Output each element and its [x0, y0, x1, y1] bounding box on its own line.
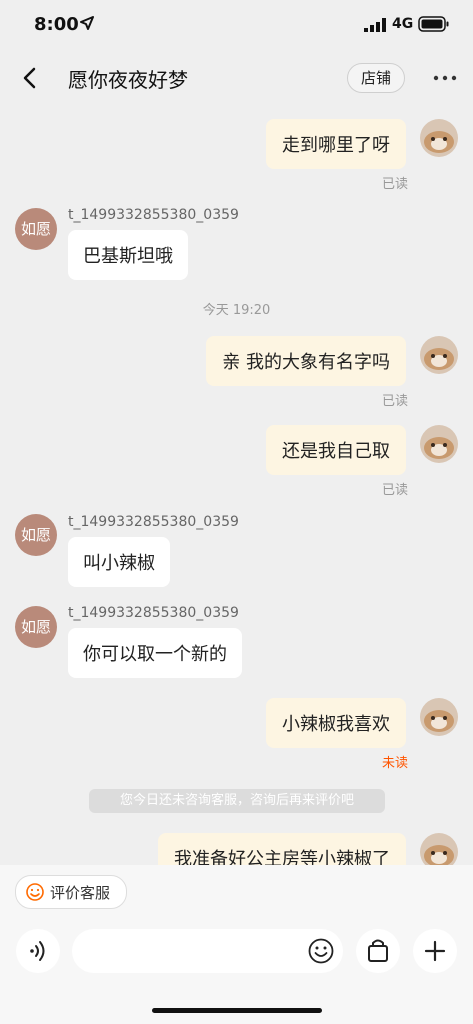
message-incoming: 巴基斯坦哦	[68, 230, 188, 280]
nav-bar: 愿你夜夜好梦 店铺	[0, 48, 473, 108]
read-status: 已读	[381, 177, 408, 192]
user-avatar[interactable]	[420, 698, 458, 736]
shop-avatar[interactable]: 如愿	[15, 514, 57, 556]
user-avatar[interactable]	[420, 425, 458, 463]
message-incoming: 你可以取一个新的	[68, 628, 242, 678]
message-outgoing: 亲 我的大象有名字吗	[206, 336, 406, 386]
shop-button[interactable]: 店铺	[347, 63, 405, 93]
message-bubble[interactable]: 你可以取一个新的	[68, 628, 242, 678]
user-avatar[interactable]	[420, 833, 458, 865]
status-bar: 8:00 4G	[0, 0, 473, 48]
voice-icon	[30, 941, 45, 961]
message-bubble[interactable]: 我准备好公主房等小辣椒了	[158, 833, 406, 865]
cat-avatar-icon	[420, 425, 458, 463]
message-bubble[interactable]: 还是我自己取	[266, 425, 406, 475]
sender-name: t_1499332855380_0359	[68, 207, 239, 223]
system-tip: 您今日还未咨询客服，咨询后再来评价吧	[89, 789, 385, 813]
home-indicator[interactable]	[152, 1008, 322, 1013]
shop-avatar[interactable]: 如愿	[15, 208, 57, 250]
page-title: 愿你夜夜好梦	[68, 68, 188, 92]
cat-avatar-icon	[420, 698, 458, 736]
message-incoming: 叫小辣椒	[68, 537, 170, 587]
location-arrow-icon	[80, 16, 94, 30]
message-input[interactable]	[72, 929, 343, 973]
emoji-icon[interactable]	[308, 938, 334, 964]
rate-service-label: 评价客服	[50, 884, 111, 902]
network-label: 4G	[392, 16, 414, 32]
rate-service-button[interactable]: 评价客服	[15, 875, 127, 909]
message-bubble[interactable]: 叫小辣椒	[68, 537, 170, 587]
message-bubble[interactable]: 巴基斯坦哦	[68, 230, 188, 280]
shop-avatar[interactable]: 如愿	[15, 606, 57, 648]
message-bubble[interactable]: 走到哪里了呀	[266, 119, 406, 169]
plus-icon	[424, 940, 446, 962]
read-status: 已读	[381, 394, 408, 409]
bottom-toolbar: 评价客服	[0, 865, 473, 1024]
chat-area[interactable]: 走到哪里了呀 已读 如愿 t_1499332855380_0359 巴基斯坦哦 …	[0, 108, 473, 865]
more-button[interactable]	[432, 68, 458, 88]
battery-icon	[418, 16, 449, 32]
unread-status: 未读	[381, 756, 408, 771]
cat-avatar-icon	[420, 336, 458, 374]
sender-name: t_1499332855380_0359	[68, 514, 239, 530]
cat-avatar-icon	[420, 833, 458, 865]
message-outgoing: 走到哪里了呀	[266, 119, 406, 169]
message-outgoing: 小辣椒我喜欢	[266, 698, 406, 748]
cat-avatar-icon	[420, 119, 458, 157]
smiley-icon	[26, 883, 44, 901]
more-actions-button[interactable]	[413, 929, 457, 973]
user-avatar[interactable]	[420, 119, 458, 157]
message-outgoing: 我准备好公主房等小辣椒了	[158, 833, 406, 865]
read-status: 已读	[381, 483, 408, 498]
message-outgoing: 还是我自己取	[266, 425, 406, 475]
more-dots-icon	[433, 75, 457, 81]
user-avatar[interactable]	[420, 336, 458, 374]
message-bubble[interactable]: 亲 我的大象有名字吗	[206, 336, 406, 386]
back-button[interactable]	[16, 62, 44, 94]
voice-button[interactable]	[16, 929, 60, 973]
shopping-bag-button[interactable]	[356, 929, 400, 973]
shopping-bag-icon	[368, 939, 388, 962]
chevron-left-icon	[23, 67, 36, 89]
sender-name: t_1499332855380_0359	[68, 605, 239, 621]
signal-icon	[364, 18, 386, 32]
chat-timestamp: 今天 19:20	[202, 303, 271, 318]
message-bubble[interactable]: 小辣椒我喜欢	[266, 698, 406, 748]
status-time: 8:00	[34, 14, 79, 35]
